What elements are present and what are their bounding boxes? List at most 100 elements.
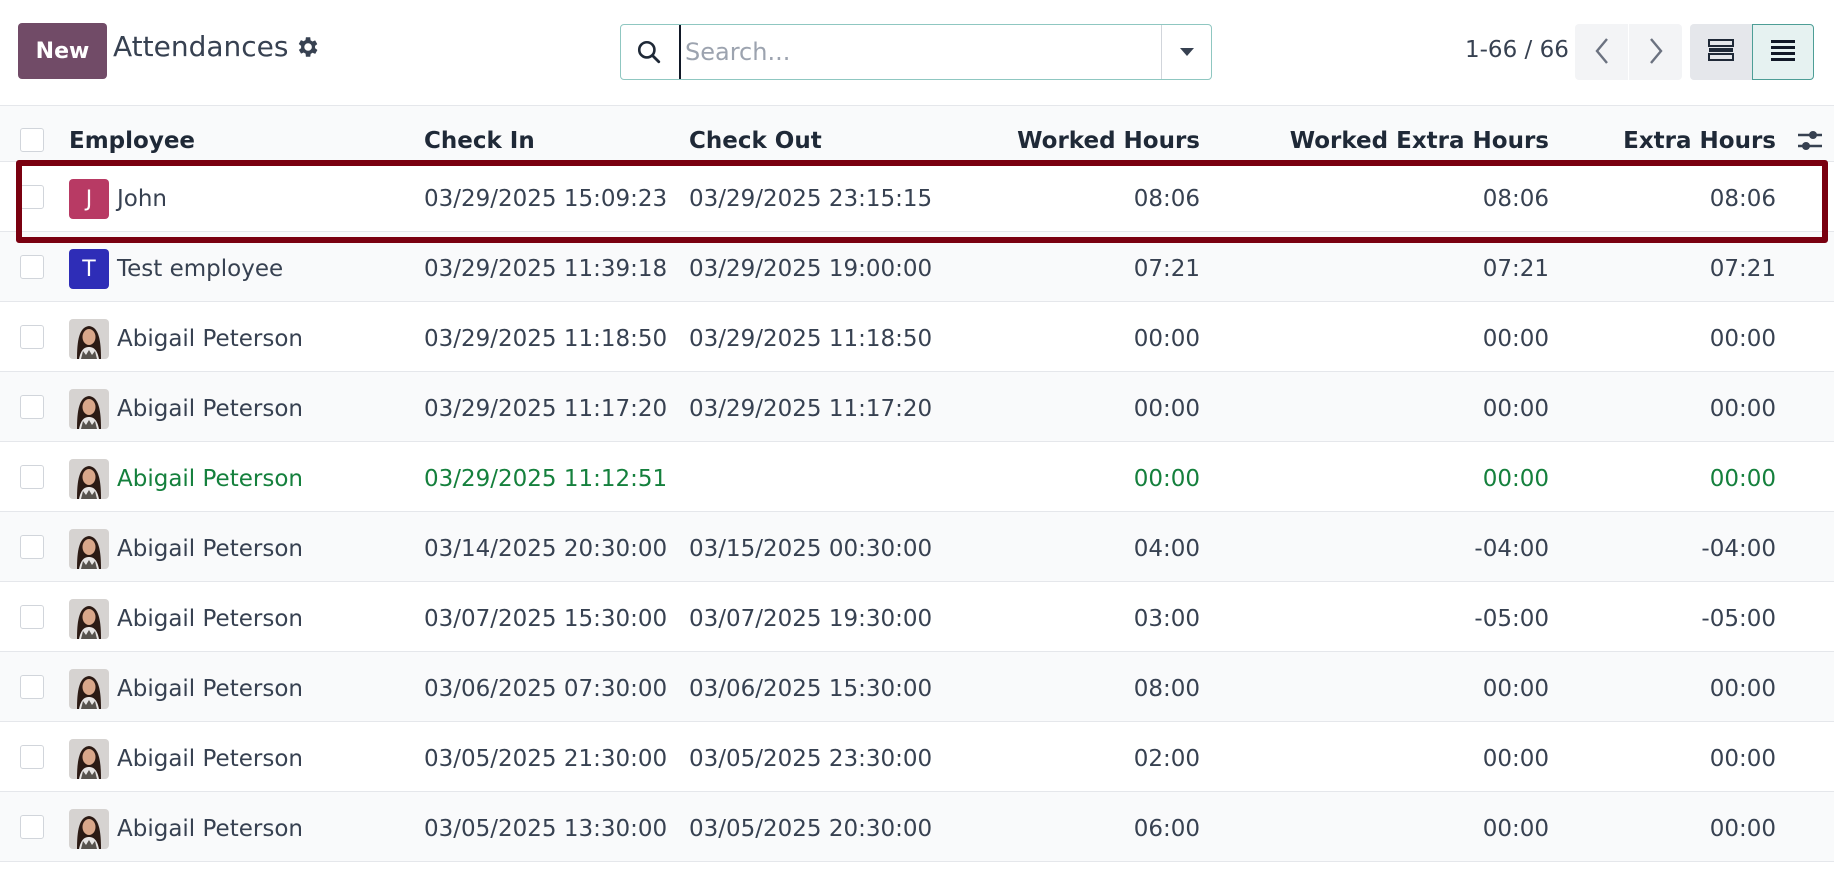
worked-extra-hours-value: 08:06 <box>1482 186 1549 212</box>
worked-hours-value: 03:00 <box>1133 606 1200 632</box>
optional-columns-icon[interactable] <box>1796 126 1824 154</box>
chevron-right-icon <box>1648 37 1664 68</box>
check-in-value: 03/05/2025 13:30:00 <box>424 816 668 842</box>
avatar <box>69 739 109 779</box>
avatar: T <box>69 249 109 289</box>
employee-name: John <box>117 186 168 212</box>
extra-hours-value: 00:00 <box>1709 746 1776 772</box>
table-row[interactable]: Abigail Peterson 03/14/2025 20:30:00 03/15… <box>0 512 1834 582</box>
employee-name: Abigail Peterson <box>117 326 303 352</box>
worked-hours-value: 08:06 <box>1133 186 1200 212</box>
table-row[interactable]: Abigail Peterson 03/06/2025 07:30:00 03/06… <box>0 652 1834 722</box>
search-icon[interactable] <box>621 25 677 79</box>
column-header-worked-hours[interactable]: Worked Hours <box>1017 128 1200 154</box>
extra-hours-value: -04:00 <box>1701 536 1776 562</box>
employee-name: Abigail Peterson <box>117 606 303 632</box>
avatar <box>69 809 109 849</box>
worked-hours-value: 00:00 <box>1133 396 1200 422</box>
search-bar <box>620 24 1212 80</box>
check-in-value: 03/29/2025 15:09:23 <box>424 186 668 212</box>
table-row[interactable]: Abigail Peterson 03/29/2025 11:17:20 03/29… <box>0 372 1834 442</box>
worked-extra-hours-value: 00:00 <box>1482 676 1549 702</box>
list-view-button[interactable] <box>1752 24 1814 80</box>
employee-name: Abigail Peterson <box>117 746 303 772</box>
kanban-view-button[interactable] <box>1690 24 1752 80</box>
table-row[interactable]: Abigail Peterson 03/29/2025 11:12:51 00:00… <box>0 442 1834 512</box>
row-checkbox[interactable] <box>20 535 44 559</box>
avatar <box>69 599 109 639</box>
table-row[interactable]: Abigail Peterson 03/29/2025 11:18:50 03/29… <box>0 302 1834 372</box>
new-button[interactable]: New <box>18 23 107 79</box>
row-checkbox[interactable] <box>20 395 44 419</box>
table-row[interactable]: Abigail Peterson 03/05/2025 21:30:00 03/05… <box>0 722 1834 792</box>
worked-hours-value: 02:00 <box>1133 746 1200 772</box>
check-out-value: 03/29/2025 11:17:20 <box>689 396 933 422</box>
check-out-value: 03/06/2025 15:30:00 <box>689 676 933 702</box>
employee-name: Abigail Peterson <box>117 816 303 842</box>
table-row[interactable]: Abigail Peterson 03/07/2025 15:30:00 03/07… <box>0 582 1834 652</box>
breadcrumb: Attendances <box>113 30 320 63</box>
row-checkbox[interactable] <box>20 745 44 769</box>
pager-previous-button[interactable] <box>1575 24 1628 80</box>
check-in-value: 03/29/2025 11:17:20 <box>424 396 668 422</box>
caret-down-icon[interactable] <box>1161 25 1211 79</box>
worked-extra-hours-value: -05:00 <box>1474 606 1549 632</box>
employee-name: Abigail Peterson <box>117 676 303 702</box>
list-view-icon <box>1770 39 1796 65</box>
select-all-checkbox[interactable] <box>20 128 44 152</box>
worked-extra-hours-value: 00:00 <box>1482 466 1549 492</box>
check-out-value: 03/29/2025 11:18:50 <box>689 326 933 352</box>
employee-name: Test employee <box>117 256 284 282</box>
row-checkbox[interactable] <box>20 605 44 629</box>
check-out-value: 03/29/2025 23:15:15 <box>689 186 933 212</box>
worked-extra-hours-value: 07:21 <box>1482 256 1549 282</box>
avatar <box>69 669 109 709</box>
row-checkbox[interactable] <box>20 325 44 349</box>
table-row[interactable]: Abigail Peterson 03/05/2025 13:30:00 03/05… <box>0 792 1834 862</box>
gear-icon[interactable] <box>294 34 320 60</box>
worked-hours-value: 04:00 <box>1133 536 1200 562</box>
table-row[interactable]: T Test employee 03/29/2025 11:39:18 03/29/2… <box>0 232 1834 302</box>
check-in-value: 03/06/2025 07:30:00 <box>424 676 668 702</box>
extra-hours-value: 00:00 <box>1709 396 1776 422</box>
column-header-check-out[interactable]: Check Out <box>689 128 822 154</box>
check-in-value: 03/29/2025 11:18:50 <box>424 326 668 352</box>
attendance-table: Employee Check In Check Out Worked Hours… <box>0 106 1834 862</box>
employee-name: Abigail Peterson <box>117 396 303 422</box>
extra-hours-value: -05:00 <box>1701 606 1776 632</box>
avatar <box>69 319 109 359</box>
page-title: Attendances <box>113 30 289 63</box>
pager-next-button[interactable] <box>1629 24 1682 80</box>
extra-hours-value: 08:06 <box>1709 186 1776 212</box>
row-checkbox[interactable] <box>20 675 44 699</box>
extra-hours-value: 00:00 <box>1709 676 1776 702</box>
check-in-value: 03/14/2025 20:30:00 <box>424 536 668 562</box>
row-checkbox[interactable] <box>20 465 44 489</box>
column-header-employee[interactable]: Employee <box>69 128 195 154</box>
employee-name: Abigail Peterson <box>117 536 303 562</box>
worked-hours-value: 06:00 <box>1133 816 1200 842</box>
row-checkbox[interactable] <box>20 815 44 839</box>
row-checkbox[interactable] <box>20 185 44 209</box>
worked-extra-hours-value: 00:00 <box>1482 746 1549 772</box>
check-out-value: 03/29/2025 19:00:00 <box>689 256 933 282</box>
pager-value[interactable]: 1-66 / 66 <box>1465 37 1569 63</box>
row-checkbox[interactable] <box>20 255 44 279</box>
worked-hours-value: 07:21 <box>1133 256 1200 282</box>
chevron-left-icon <box>1594 37 1610 68</box>
extra-hours-value: 00:00 <box>1709 816 1776 842</box>
avatar <box>69 389 109 429</box>
worked-extra-hours-value: 00:00 <box>1482 326 1549 352</box>
table-body: J John 03/29/2025 15:09:23 03/29/2025 23:15… <box>0 162 1834 862</box>
extra-hours-value: 00:00 <box>1709 466 1776 492</box>
search-input[interactable] <box>679 25 1161 79</box>
check-in-value: 03/07/2025 15:30:00 <box>424 606 668 632</box>
worked-hours-value: 08:00 <box>1133 676 1200 702</box>
column-header-extra-hours[interactable]: Extra Hours <box>1623 128 1776 154</box>
table-row[interactable]: J John 03/29/2025 15:09:23 03/29/2025 23:15… <box>0 162 1834 232</box>
column-header-check-in[interactable]: Check In <box>424 128 535 154</box>
kanban-view-icon <box>1708 39 1734 65</box>
check-out-value: 03/05/2025 20:30:00 <box>689 816 933 842</box>
column-header-worked-extra-hours[interactable]: Worked Extra Hours <box>1290 128 1549 154</box>
check-in-value: 03/29/2025 11:39:18 <box>424 256 668 282</box>
